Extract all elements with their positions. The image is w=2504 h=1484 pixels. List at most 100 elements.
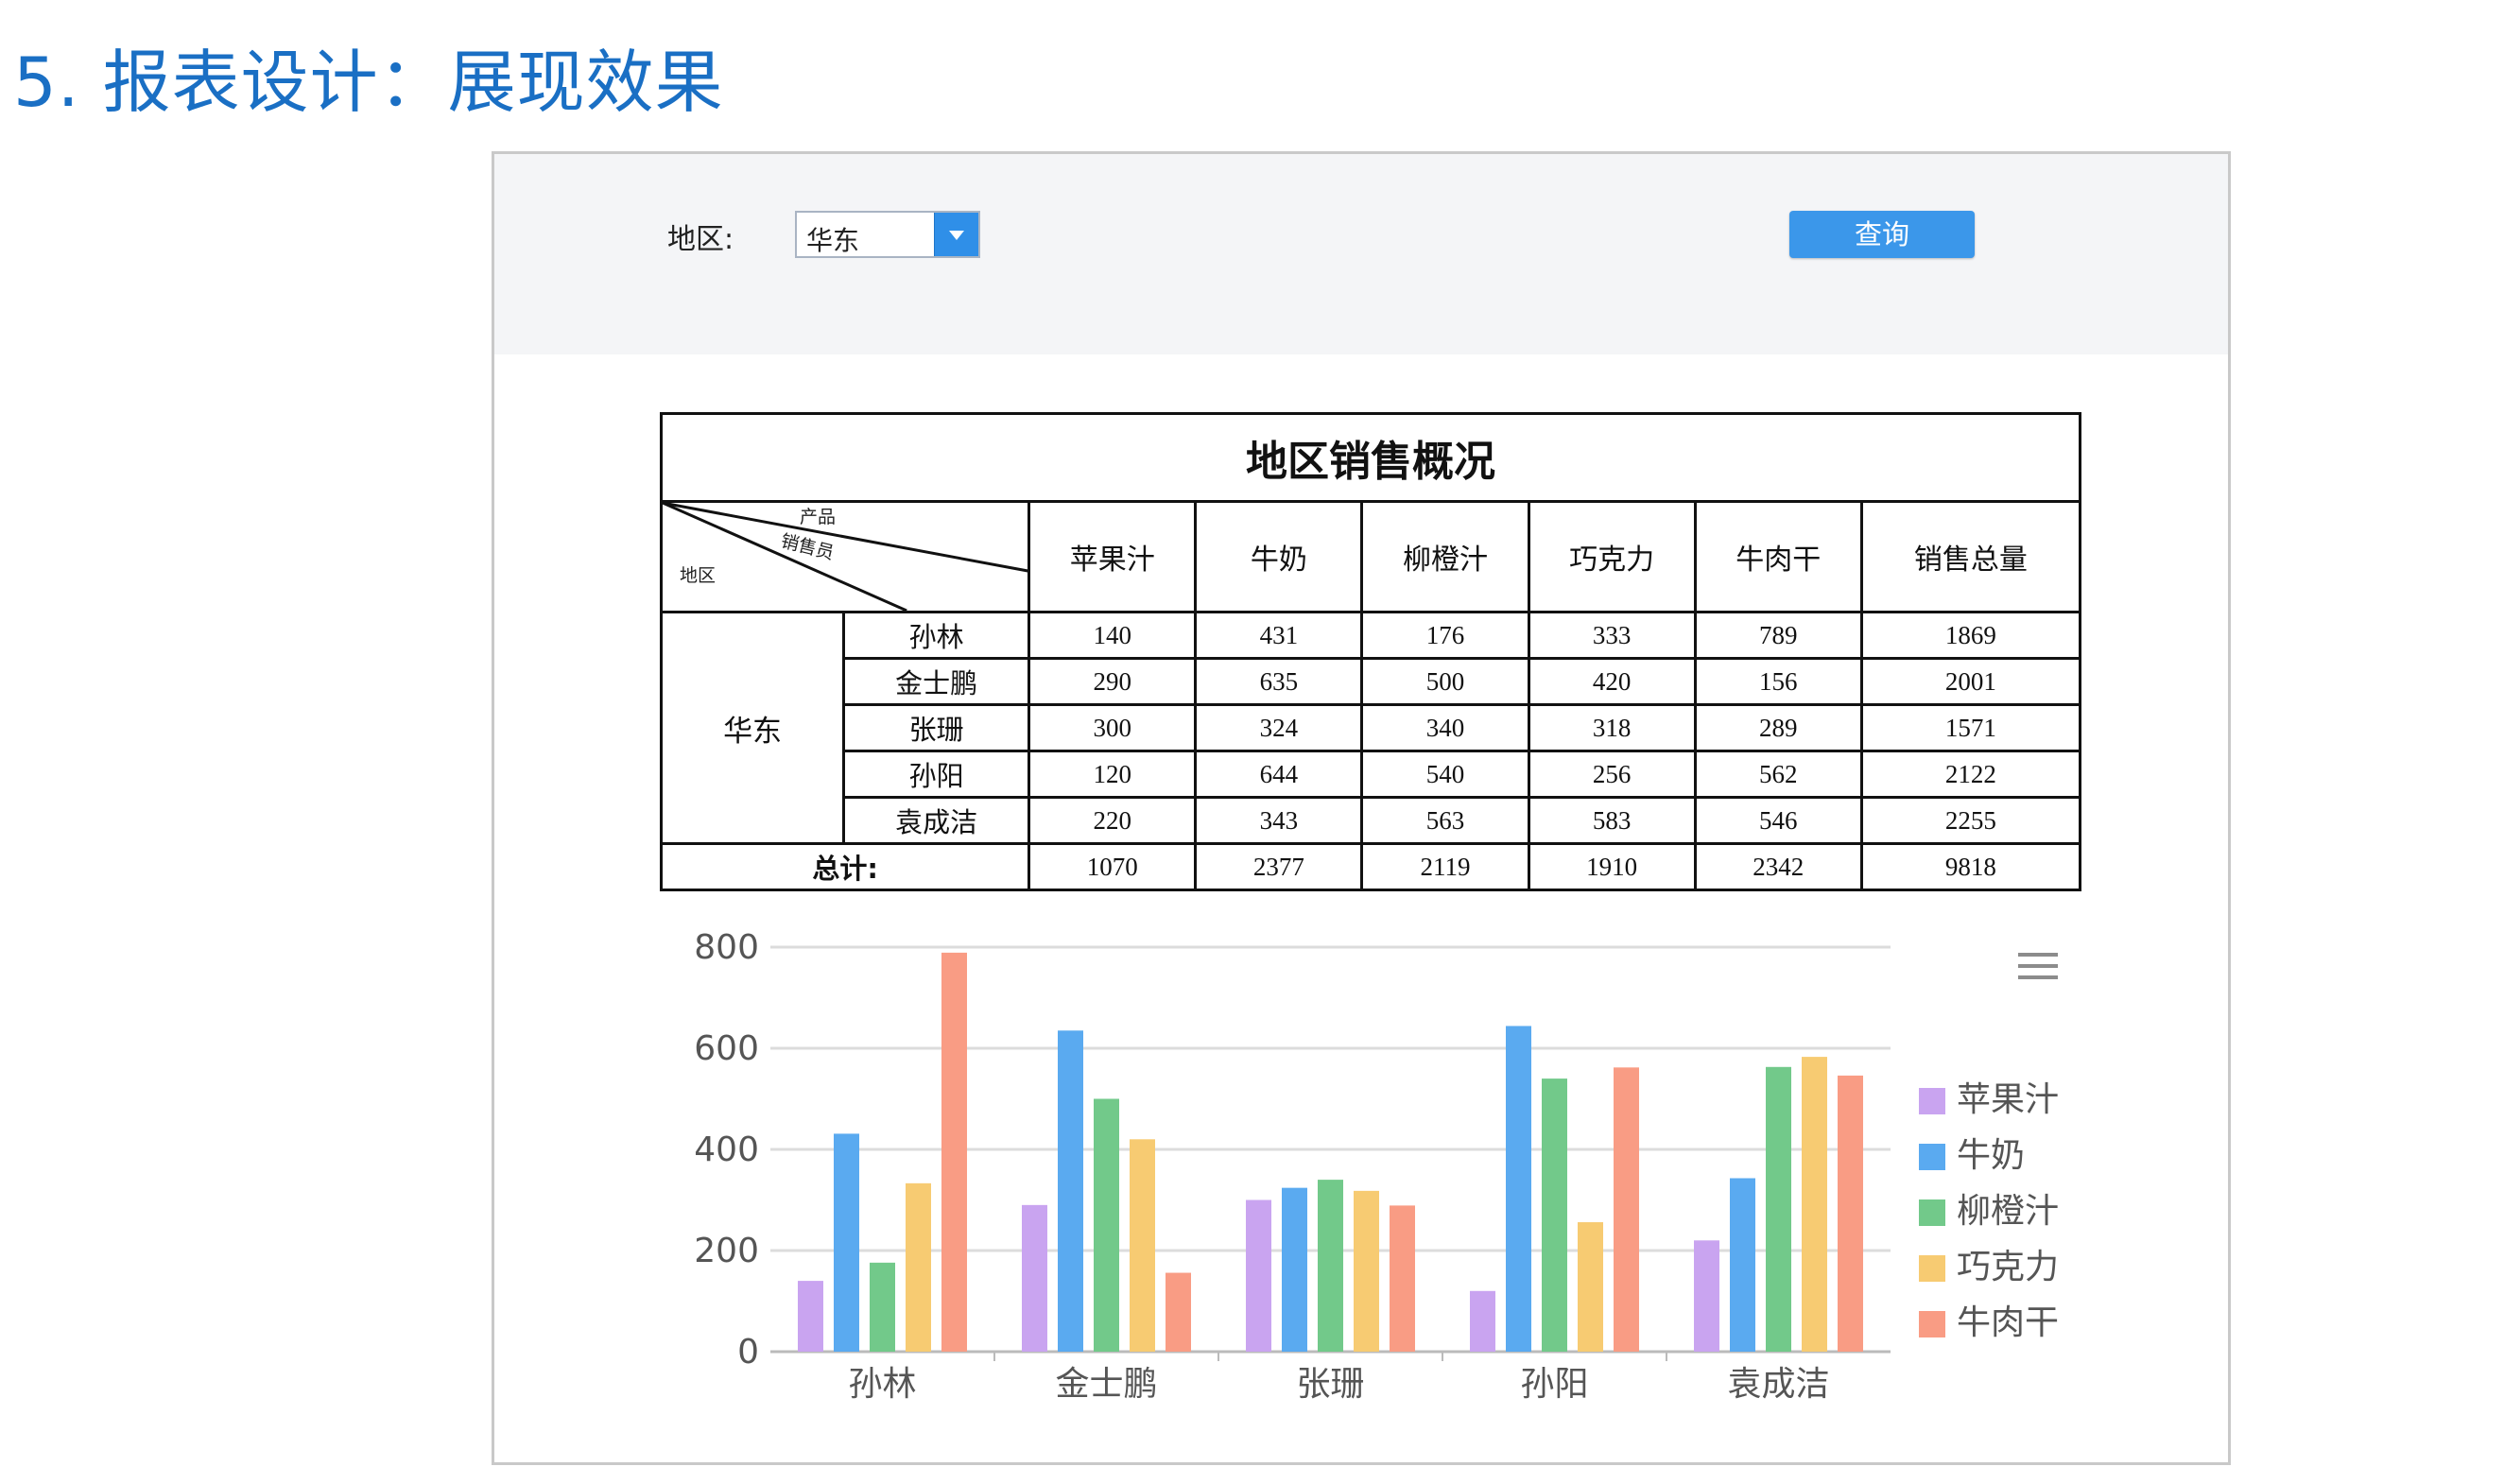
- value-cell: 300: [1028, 703, 1198, 752]
- legend-label: 巧克力: [1957, 1248, 2059, 1286]
- legend-label: 牛奶: [1957, 1136, 2025, 1175]
- region-label: 地区:: [667, 223, 734, 256]
- total-cell: 9818: [1859, 842, 2082, 891]
- value-cell: 563: [1360, 796, 1530, 845]
- salesperson-cell: 张珊: [842, 703, 1031, 752]
- salesperson-cell: 孙林: [842, 611, 1031, 660]
- region-select-value: 华东: [806, 225, 860, 256]
- report-title: 地区销售概况: [660, 412, 2081, 503]
- value-cell: 256: [1527, 750, 1697, 799]
- region-select[interactable]: 华东: [795, 211, 980, 258]
- value-cell: 500: [1360, 657, 1530, 706]
- chevron-down-icon[interactable]: [934, 213, 978, 256]
- y-tick-label: 0: [737, 1333, 759, 1372]
- legend-label: 苹果汁: [1957, 1080, 2059, 1119]
- value-cell: 540: [1360, 750, 1530, 799]
- bar: [1390, 1205, 1415, 1352]
- column-header: 牛奶: [1194, 500, 1364, 613]
- column-header: 牛肉干: [1693, 500, 1863, 613]
- value-cell: 2255: [1859, 796, 2082, 845]
- legend-swatch: [1919, 1199, 1945, 1226]
- x-tick-label: 张珊: [1296, 1365, 1364, 1404]
- value-cell: 140: [1028, 611, 1198, 660]
- bar: [1766, 1066, 1791, 1352]
- bar: [906, 1182, 931, 1352]
- bar: [1318, 1180, 1343, 1352]
- bar: [1802, 1057, 1827, 1352]
- value-cell: 562: [1693, 750, 1863, 799]
- bar: [798, 1281, 823, 1352]
- bar: [1506, 1026, 1531, 1352]
- legend-label: 柳橙汁: [1957, 1192, 2059, 1231]
- bar: [1730, 1178, 1755, 1352]
- corner-label-region: 地区: [680, 565, 717, 586]
- bar: [1838, 1075, 1863, 1352]
- parameter-panel: 地区: 华东 查询: [494, 154, 2228, 354]
- query-button[interactable]: 查询: [1789, 211, 1975, 258]
- bar: [1578, 1222, 1603, 1352]
- value-cell: 789: [1693, 611, 1863, 660]
- bar: [941, 952, 967, 1352]
- table-row: 孙阳 120 644 540 256 562 2122: [662, 750, 2082, 799]
- sales-report-table: 地区销售概况 产品 销售员 地区 苹果汁 牛奶 柳橙汁 巧克力 牛肉干 销售总量…: [659, 412, 2082, 891]
- legend-swatch: [1919, 1088, 1945, 1114]
- slide-title: 5. 报表设计：展现效果: [13, 43, 724, 122]
- value-cell: 333: [1527, 611, 1697, 660]
- bar: [1470, 1290, 1495, 1352]
- value-cell: 156: [1693, 657, 1863, 706]
- hamburger-menu-icon[interactable]: [2018, 953, 2058, 983]
- bar: [1094, 1098, 1119, 1352]
- table-row: 袁成洁 220 343 563 583 546 2255: [662, 796, 2082, 845]
- table-row: 华东 孙林 140 431 176 333 789 1869: [659, 611, 2082, 845]
- bar: [1354, 1190, 1379, 1352]
- value-cell: 290: [1028, 657, 1198, 706]
- value-cell: 420: [1527, 657, 1697, 706]
- total-cell: 2119: [1360, 842, 1530, 891]
- value-cell: 1869: [1859, 611, 2082, 660]
- value-cell: 431: [1194, 611, 1364, 660]
- bar: [1166, 1272, 1191, 1352]
- bar: [1282, 1187, 1307, 1352]
- legend-swatch: [1919, 1144, 1945, 1170]
- bar: [1542, 1078, 1567, 1352]
- x-tick-label: 金士鹏: [1055, 1365, 1157, 1404]
- y-tick-label: 400: [694, 1130, 759, 1169]
- diagonal-lines: [663, 503, 1028, 611]
- column-header: 巧克力: [1527, 500, 1697, 613]
- bar: [1022, 1204, 1047, 1352]
- x-tick-label: 孙阳: [1520, 1365, 1588, 1404]
- value-cell: 176: [1360, 611, 1530, 660]
- value-cell: 220: [1028, 796, 1198, 845]
- total-row: 总计: 1070 2377 2119 1910 2342 9818: [659, 842, 2082, 891]
- bar: [1130, 1139, 1155, 1352]
- total-cell: 2377: [1194, 842, 1364, 891]
- bar: [870, 1262, 895, 1352]
- total-cell: 2342: [1693, 842, 1863, 891]
- x-tick-label: 孙林: [848, 1365, 916, 1404]
- table-row: 金士鹏 290 635 500 420 156 2001: [662, 657, 2082, 706]
- total-cell: 1070: [1028, 842, 1198, 891]
- y-tick-label: 200: [694, 1232, 759, 1270]
- y-tick-label: 600: [694, 1029, 759, 1068]
- total-label: 总计:: [659, 842, 1031, 891]
- value-cell: 546: [1693, 796, 1863, 845]
- legend-swatch: [1919, 1255, 1945, 1282]
- value-cell: 120: [1028, 750, 1198, 799]
- value-cell: 583: [1527, 796, 1697, 845]
- value-cell: 318: [1527, 703, 1697, 752]
- sales-bar-chart: 0 200 400 600 800 孙林 金士鹏 张珊 孙阳 袁成洁 苹果汁牛奶柳橙汁巧克力牛肉干: [694, 928, 2059, 1404]
- column-header: 销售总量: [1859, 500, 2082, 613]
- region-cell: 华东: [659, 611, 846, 845]
- value-cell: 289: [1693, 703, 1863, 752]
- legend-swatch: [1919, 1311, 1945, 1337]
- column-header: 柳橙汁: [1360, 500, 1530, 613]
- value-cell: 324: [1194, 703, 1364, 752]
- column-header: 苹果汁: [1028, 500, 1198, 613]
- salesperson-cell: 袁成洁: [842, 796, 1031, 845]
- value-cell: 2122: [1859, 750, 2082, 799]
- bar: [1694, 1240, 1719, 1352]
- salesperson-cell: 孙阳: [842, 750, 1031, 799]
- salesperson-cell: 金士鹏: [842, 657, 1031, 706]
- value-cell: 644: [1194, 750, 1364, 799]
- total-cell: 1910: [1527, 842, 1697, 891]
